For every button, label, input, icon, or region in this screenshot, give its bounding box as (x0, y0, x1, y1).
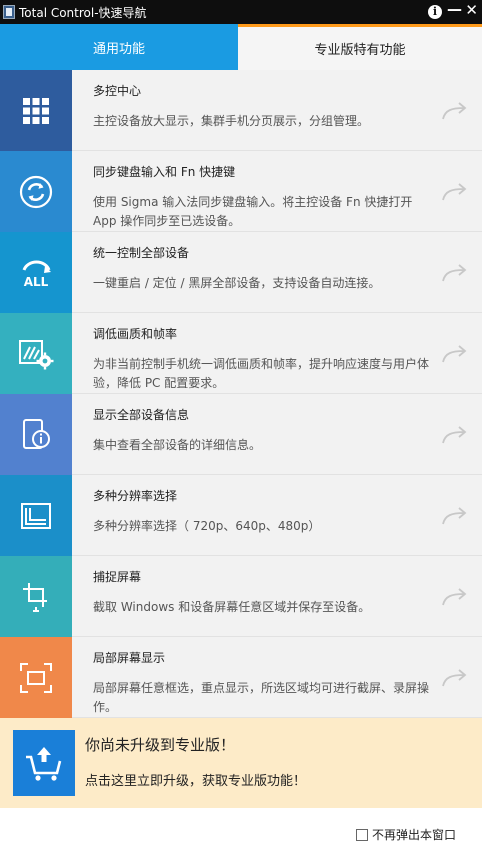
arrow-icon (442, 345, 467, 363)
feature-description: 多种分辨率选择（ 720p、640p、480p） (93, 519, 321, 533)
arrow-icon (442, 264, 467, 282)
tab-general-features[interactable]: 通用功能 (0, 24, 238, 70)
upgrade-notice: 你尚未升级到专业版！ (85, 736, 236, 754)
dont-show-again-label: 不再弹出本窗口 (371, 828, 456, 842)
feature-title: 统一控制全部设备 (93, 246, 190, 260)
feature-title: 捕捉屏幕 (93, 570, 142, 584)
feature-description: 为非当前控制手机统一调低画质和帧率，提升响应速度与用户体验，降低 PC 配置要求… (93, 357, 430, 390)
info-icon[interactable]: i (428, 5, 442, 19)
feature-description: 集中查看全部设备的详细信息。 (93, 438, 262, 452)
minimize-icon[interactable]: — (447, 0, 462, 18)
dont-show-again-checkbox[interactable] (355, 828, 368, 841)
feature-description: 使用 Sigma 输入法同步键盘输入。将主控设备 Fn 快捷打开 App 操作同… (93, 195, 413, 228)
tab-bar: 通用功能 专业版特有功能 (0, 24, 482, 70)
feature-description: 截取 Windows 和设备屏幕任意区域并保存至设备。 (93, 600, 371, 614)
partial-screen-icon (0, 637, 72, 718)
feature-row-sync-keyboard[interactable]: 同步键盘输入和 Fn 快捷键 使用 Sigma 输入法同步键盘输入。将主控设备 … (0, 151, 482, 232)
dont-show-again-option[interactable]: 不再弹出本窗口 (355, 826, 456, 843)
feature-row-capture-screen[interactable]: 捕捉屏幕 截取 Windows 和设备屏幕任意区域并保存至设备。 (0, 556, 482, 637)
upgrade-link[interactable]: 点击这里立即升级，获取专业版功能！ (85, 770, 306, 789)
feature-description: 一键重启 / 定位 / 黑屏全部设备，支持设备自动连接。 (93, 276, 381, 290)
feature-title: 多种分辨率选择 (93, 489, 178, 503)
all-devices-icon: ALL (0, 232, 72, 313)
tab-pro-features[interactable]: 专业版特有功能 (238, 24, 482, 70)
close-icon[interactable]: ✕ (465, 1, 478, 19)
title-bar: Total Control-快速导航 i — ✕ (0, 0, 482, 24)
arrow-icon (442, 588, 467, 606)
feature-title: 调低画质和帧率 (93, 327, 178, 341)
feature-title: 多控中心 (93, 84, 142, 98)
feature-row-resolution[interactable]: 多种分辨率选择 多种分辨率选择（ 720p、640p、480p） (0, 475, 482, 556)
resolution-icon (0, 475, 72, 556)
feature-row-multi-control[interactable]: 多控中心 主控设备放大显示，集群手机分页展示，分组管理。 (0, 70, 482, 151)
feature-row-device-info[interactable]: 显示全部设备信息 集中查看全部设备的详细信息。 (0, 394, 482, 475)
arrow-icon (442, 183, 467, 201)
device-info-icon (0, 394, 72, 475)
arrow-icon (442, 426, 467, 444)
app-icon (3, 5, 15, 19)
feature-title: 局部屏幕显示 (93, 651, 166, 665)
arrow-icon (442, 669, 467, 687)
cart-upgrade-icon (13, 730, 75, 796)
feature-row-lower-quality[interactable]: 调低画质和帧率 为非当前控制手机统一调低画质和帧率，提升响应速度与用户体验，降低… (0, 313, 482, 394)
window-title: Total Control-快速导航 (19, 5, 147, 20)
feature-title: 同步键盘输入和 Fn 快捷键 (93, 165, 236, 179)
quality-settings-icon (0, 313, 72, 394)
feature-title: 显示全部设备信息 (93, 408, 190, 422)
feature-description: 局部屏幕任意框选，重点显示，所选区域均可进行截屏、录屏操作。 (93, 681, 430, 714)
grid-icon (0, 70, 72, 151)
feature-row-partial-screen[interactable]: 局部屏幕显示 局部屏幕任意框选，重点显示，所选区域均可进行截屏、录屏操作。 (0, 637, 482, 718)
feature-description: 主控设备放大显示，集群手机分页展示，分组管理。 (93, 114, 370, 128)
capture-screen-icon (0, 556, 72, 637)
upgrade-banner[interactable]: 你尚未升级到专业版！ 点击这里立即升级，获取专业版功能！ (0, 718, 482, 808)
arrow-icon (442, 102, 467, 120)
svg-text:ALL: ALL (24, 275, 49, 289)
footer: 不再弹出本窗口 (0, 808, 482, 856)
arrow-icon (442, 507, 467, 525)
sync-icon (0, 151, 72, 232)
feature-row-unified-control[interactable]: ALL 统一控制全部设备 一键重启 / 定位 / 黑屏全部设备，支持设备自动连接… (0, 232, 482, 313)
